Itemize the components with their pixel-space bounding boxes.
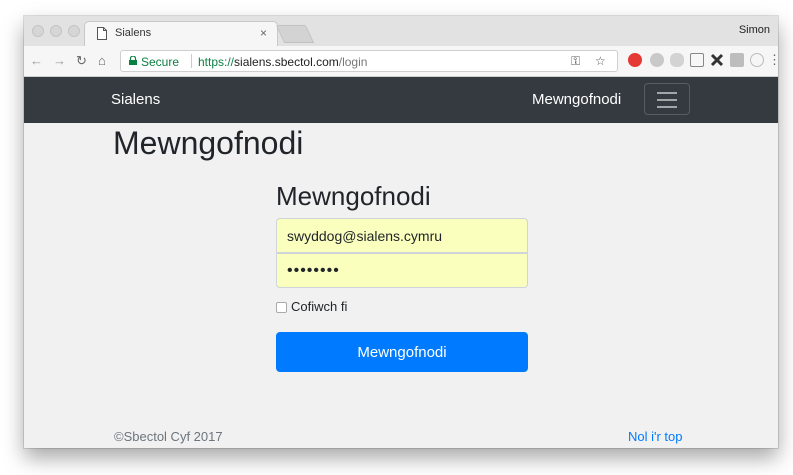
browser-window: Sialens × Simon ← → ↻ ⌂ Secure https://s… — [24, 16, 778, 448]
browser-toolbar: ← → ↻ ⌂ Secure https://sialens.sbectol.c… — [24, 46, 778, 77]
email-field[interactable] — [276, 218, 528, 253]
cloud-icon[interactable] — [670, 53, 684, 67]
reload-icon[interactable]: ↻ — [76, 53, 87, 69]
profile-name[interactable]: Simon — [739, 24, 770, 36]
page-icon — [97, 27, 107, 40]
wordpress-icon[interactable] — [650, 53, 664, 67]
remember-me-label[interactable]: Cofiwch fi — [291, 299, 347, 314]
password-field[interactable] — [276, 253, 528, 288]
home-icon[interactable]: ⌂ — [98, 53, 106, 68]
minimize-window-button[interactable] — [50, 25, 62, 37]
hamburger-icon — [657, 92, 677, 94]
zoom-window-button[interactable] — [68, 25, 80, 37]
close-window-button[interactable] — [32, 25, 44, 37]
site-navbar: Sialens Mewngofnodi — [24, 77, 778, 123]
lock-icon — [129, 56, 137, 65]
square-icon[interactable] — [730, 53, 744, 67]
navbar-brand[interactable]: Sialens — [111, 91, 160, 108]
url-path: /login — [338, 55, 368, 69]
url-scheme: https:// — [198, 55, 235, 69]
url-divider — [191, 54, 192, 68]
page-title: Mewngofnodi — [113, 125, 304, 161]
form-title: Mewngofnodi — [276, 181, 431, 211]
secure-label: Secure — [141, 55, 180, 69]
tools-icon[interactable] — [710, 53, 724, 67]
back-arrow-icon[interactable]: ← — [30, 53, 43, 68]
adblock-icon[interactable] — [628, 53, 642, 67]
footer-copyright: ©Sbectol Cyf 2017 — [114, 429, 223, 444]
remember-me-checkbox[interactable] — [276, 302, 287, 313]
tab-strip: Sialens × Simon — [24, 16, 778, 46]
url-host: sialens.sbectol.com — [234, 55, 339, 69]
address-bar[interactable]: Secure https://sialens.sbectol.com/login… — [120, 50, 618, 72]
star-icon[interactable]: ☆ — [595, 54, 606, 68]
new-tab-button[interactable] — [275, 25, 315, 43]
nav-login-link[interactable]: Mewngofnodi — [532, 91, 621, 108]
menu-dots-icon[interactable]: ⋮ — [768, 52, 778, 68]
tab-title: Sialens — [115, 27, 152, 39]
key-icon[interactable]: ⚿ — [571, 54, 580, 69]
cast-icon[interactable] — [690, 53, 704, 67]
browser-tab[interactable]: Sialens × — [84, 21, 278, 46]
navbar-toggler-button[interactable] — [644, 83, 690, 115]
url-text[interactable]: https://sialens.sbectol.com/login — [198, 55, 367, 69]
tab-close-icon[interactable]: × — [260, 26, 267, 40]
circle-icon[interactable] — [750, 53, 764, 67]
login-submit-button[interactable]: Mewngofnodi — [276, 332, 528, 372]
forward-arrow-icon[interactable]: → — [53, 53, 66, 68]
back-to-top-link[interactable]: Nol i'r top — [628, 429, 683, 444]
